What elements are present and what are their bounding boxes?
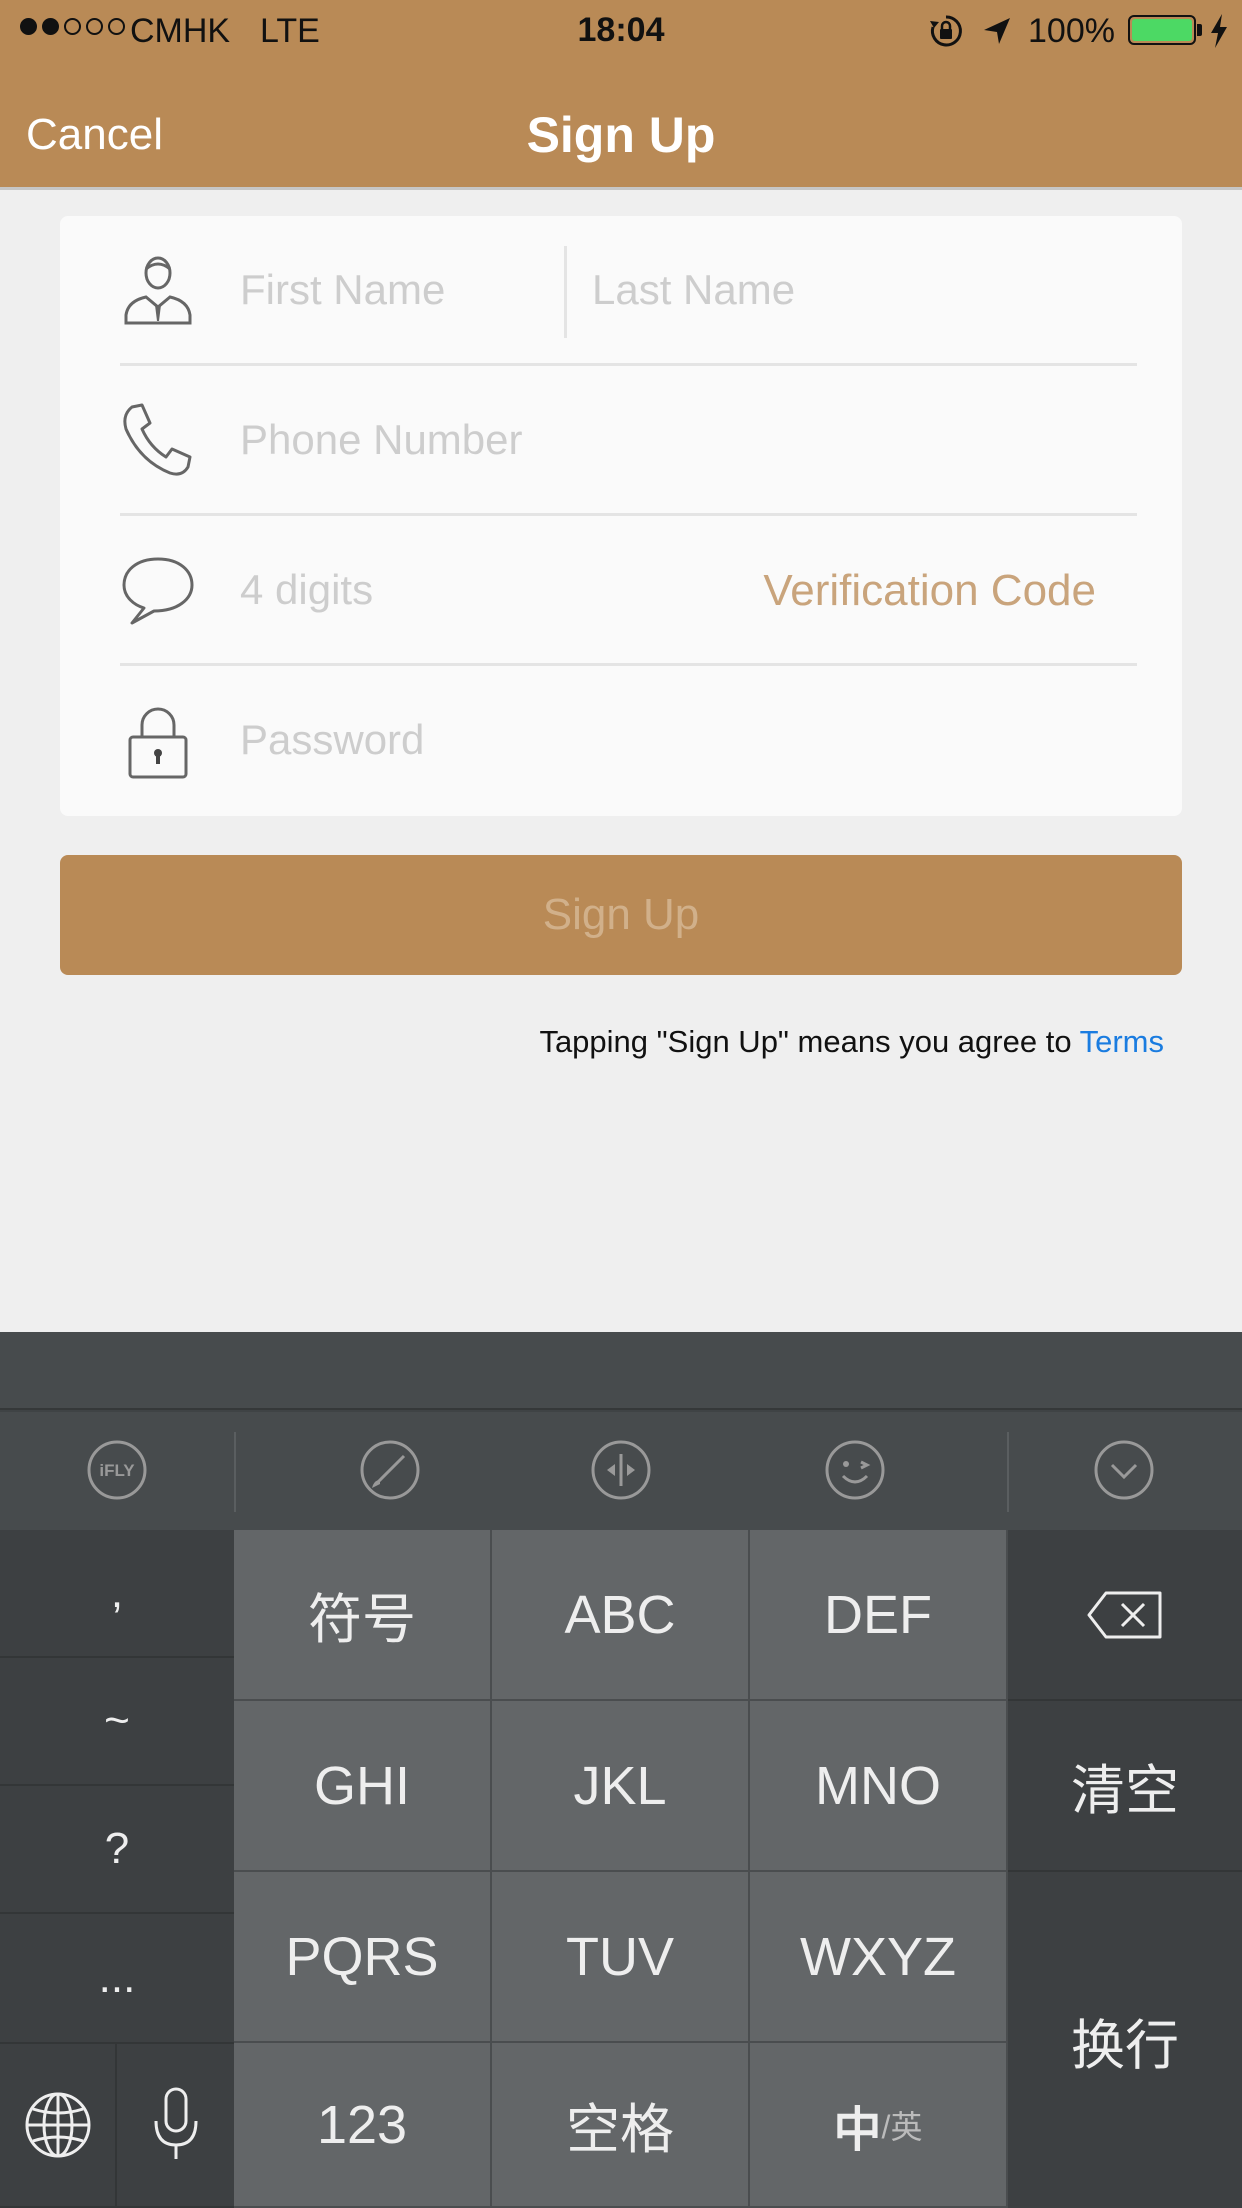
collapse-icon[interactable] — [1088, 1434, 1160, 1506]
phone-number-input[interactable] — [240, 416, 1100, 464]
phone-row — [60, 366, 1182, 516]
status-bar: CMHK LTE 18:04 100% — [0, 0, 1242, 62]
clear-key[interactable]: 清空 — [1008, 1701, 1242, 1872]
phone-icon — [123, 403, 192, 476]
backspace-key[interactable] — [1008, 1530, 1242, 1701]
password-input[interactable] — [240, 716, 1100, 764]
get-verification-code-button[interactable]: Verification Code — [763, 566, 1096, 616]
terms-link[interactable]: Terms — [1080, 1024, 1164, 1059]
ifly-icon[interactable]: iFLY — [81, 1434, 153, 1506]
keyboard-candidate-bar — [0, 1332, 1242, 1410]
page-title: Sign Up — [526, 107, 716, 163]
battery-percent: 100% — [1028, 12, 1115, 50]
keyboard-toolbar: iFLY — [0, 1412, 1242, 1530]
speech-bubble-icon — [122, 557, 194, 625]
globe-key[interactable] — [0, 2044, 117, 2208]
key-wxyz[interactable]: WXYZ — [750, 1872, 1008, 2043]
toolbar-divider — [234, 1432, 236, 1512]
key-jkl[interactable]: JKL — [492, 1701, 750, 1872]
key-def[interactable]: DEF — [750, 1530, 1008, 1701]
microphone-icon — [154, 2087, 197, 2159]
key-123[interactable]: 123 — [234, 2043, 492, 2208]
key-ghi[interactable]: GHI — [234, 1701, 492, 1872]
top-bar: CMHK LTE 18:04 100% Cancel Sign Up — [0, 0, 1242, 190]
lock-icon — [128, 707, 188, 779]
key-space[interactable]: 空格 — [492, 2043, 750, 2208]
password-row — [60, 666, 1182, 816]
signup-form: Verification Code — [60, 216, 1182, 816]
key-question[interactable]: ? — [0, 1786, 234, 1914]
language-switch-main: 中 — [833, 2103, 882, 2157]
key-pqrs[interactable]: PQRS — [234, 1872, 492, 2043]
first-name-input[interactable] — [240, 266, 540, 314]
key-mno[interactable]: MNO — [750, 1701, 1008, 1872]
key-language-switch[interactable]: 中/英 — [750, 2043, 1008, 2208]
backspace-icon — [1087, 1591, 1162, 1638]
user-icon — [124, 256, 192, 325]
sign-up-button[interactable]: Sign Up — [60, 855, 1182, 975]
language-switch-sub: /英 — [881, 2108, 923, 2145]
name-row — [60, 216, 1182, 366]
battery-tip — [1197, 24, 1202, 36]
key-tilde[interactable]: ~ — [0, 1658, 234, 1786]
key-ellipsis[interactable]: ... — [0, 1914, 234, 2044]
return-key[interactable]: 换行 — [1008, 1872, 1242, 2208]
globe-icon — [25, 2092, 90, 2158]
verification-row: Verification Code — [60, 516, 1182, 666]
key-symbols[interactable]: 符号 — [234, 1530, 492, 1701]
emoji-icon[interactable] — [819, 1434, 891, 1506]
terms-text: Tapping "Sign Up" means you agree to — [539, 1024, 1080, 1059]
ifly-label: iFLY — [99, 1461, 135, 1480]
cursor-move-icon[interactable] — [585, 1434, 657, 1506]
verification-code-input[interactable] — [240, 566, 740, 614]
toolbar-divider — [1007, 1432, 1009, 1512]
last-name-input[interactable] — [592, 266, 1112, 314]
keyboard: iFLY , ~ ? ... 符号 ABC DEF GHI JKL MNO PQ… — [0, 1332, 1242, 2208]
key-abc[interactable]: ABC — [492, 1530, 750, 1701]
rotation-lock-icon — [930, 15, 962, 47]
name-divider — [564, 246, 567, 338]
charging-bolt-icon — [1211, 14, 1227, 48]
key-comma[interactable]: , — [0, 1530, 234, 1658]
terms-notice: Tapping "Sign Up" means you agree to Ter… — [539, 1024, 1164, 1060]
key-tuv[interactable]: TUV — [492, 1872, 750, 2043]
battery-icon — [1128, 15, 1196, 45]
microphone-key[interactable] — [117, 2044, 234, 2208]
brush-icon[interactable] — [354, 1434, 426, 1506]
location-arrow-icon — [984, 18, 1010, 44]
